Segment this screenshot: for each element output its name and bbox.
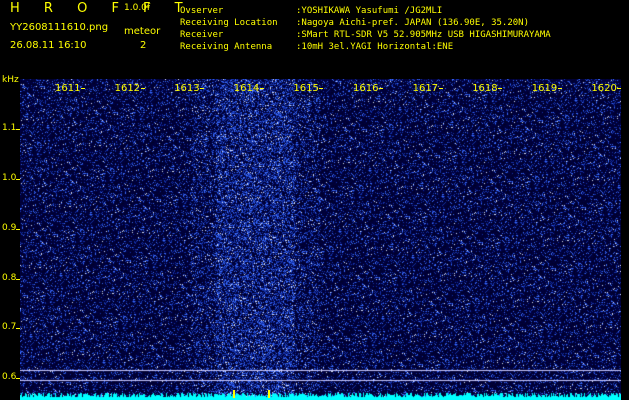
x-tick-label: 1615 bbox=[293, 83, 319, 94]
x-tick-label: 1616 bbox=[353, 83, 379, 94]
app-version: 1.0.0f bbox=[124, 3, 151, 13]
y-tick-mark bbox=[16, 279, 20, 280]
y-tick-label: 0.9 bbox=[2, 223, 17, 233]
x-tick-label: 1619 bbox=[531, 83, 558, 94]
info-value-observer: :YOSHIKAWA Yasufumi /JG2MLI bbox=[296, 6, 443, 16]
x-tick-mark bbox=[438, 88, 443, 89]
x-tick-mark bbox=[557, 88, 562, 89]
x-tick-label: 1611 bbox=[55, 83, 81, 94]
meteor-label: meteor bbox=[124, 26, 161, 37]
spectrogram-waterfall bbox=[20, 79, 621, 400]
info-label-location: Receiving Location bbox=[180, 18, 278, 28]
y-tick-mark bbox=[16, 179, 20, 180]
y-tick-mark bbox=[16, 328, 20, 329]
x-tick-mark bbox=[259, 88, 264, 89]
x-tick-label: 1613 bbox=[174, 83, 200, 94]
x-tick-label: 1612 bbox=[114, 83, 141, 94]
info-value-receiver: :SMart RTL-SDR V5 52.905MHz USB HIGASHIM… bbox=[296, 30, 551, 40]
info-label-receiver: Receiver bbox=[180, 30, 224, 40]
y-tick-label: 1.1 bbox=[2, 123, 17, 133]
meteor-marker bbox=[233, 390, 235, 398]
app-brand: H R O F F T bbox=[10, 1, 193, 16]
meteor-marker bbox=[268, 390, 270, 398]
y-tick-label: 1.0 bbox=[2, 173, 17, 183]
info-value-antenna: :10mH 3el.YAGI Horizontal:ENE bbox=[296, 42, 454, 52]
x-tick-label: 1614 bbox=[233, 83, 260, 94]
x-tick-label: 1618 bbox=[472, 83, 498, 94]
header-panel: H R O F F T 1.0.0f YY2608111610.png 26.0… bbox=[0, 0, 629, 76]
x-tick-mark bbox=[617, 88, 622, 89]
y-tick-mark bbox=[16, 378, 20, 379]
info-label-observer: Ovserver bbox=[180, 6, 224, 16]
meteor-count: 2 bbox=[140, 40, 147, 51]
x-tick-label: 1617 bbox=[412, 83, 439, 94]
y-tick-label: 0.6 bbox=[2, 372, 17, 382]
info-value-location: :Nagoya Aichi-pref. JAPAN (136.90E, 35.2… bbox=[296, 18, 529, 28]
x-tick-mark bbox=[319, 88, 324, 89]
image-filename: YY2608111610.png bbox=[10, 22, 109, 33]
x-tick-mark bbox=[140, 88, 145, 89]
y-axis-unit: kHz bbox=[2, 75, 19, 85]
y-tick-label: 0.7 bbox=[2, 322, 17, 332]
y-tick-mark bbox=[16, 129, 20, 130]
capture-datetime: 26.08.11 16:10 bbox=[10, 40, 87, 51]
x-tick-mark bbox=[379, 88, 383, 89]
info-label-antenna: Receiving Antenna bbox=[180, 42, 273, 52]
x-tick-mark bbox=[498, 88, 503, 89]
x-tick-mark bbox=[81, 88, 85, 89]
x-tick-label: 1620 bbox=[591, 83, 617, 94]
y-tick-mark bbox=[16, 229, 20, 230]
x-tick-mark bbox=[200, 88, 205, 89]
y-tick-label: 0.8 bbox=[2, 273, 17, 283]
